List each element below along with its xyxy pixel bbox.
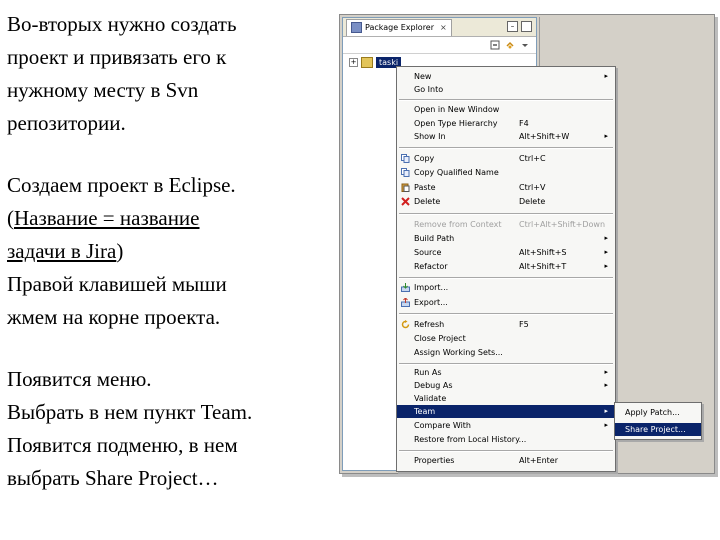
tab-package-explorer[interactable]: Package Explorer × xyxy=(346,18,452,36)
minimize-icon[interactable]: – xyxy=(507,21,518,32)
close-icon[interactable]: × xyxy=(440,23,447,32)
tab-label: Package Explorer xyxy=(365,23,435,32)
copy-icon xyxy=(401,154,410,163)
menu-item-import[interactable]: Import... xyxy=(397,281,615,294)
instruction-line: проект и привязать его к xyxy=(7,45,227,69)
menu-separator xyxy=(399,213,613,215)
menu-separator xyxy=(399,147,613,149)
copy-qualified-icon xyxy=(401,168,410,177)
instruction-line: Выбрать в нем пункт Team. xyxy=(7,400,253,424)
instruction-line: (Название = название xyxy=(7,202,337,235)
menu-item-properties[interactable]: Properties Alt+Enter xyxy=(397,454,615,467)
menu-item-refactor[interactable]: Refactor Alt+Shift+T ▸ xyxy=(397,260,615,273)
menu-item-copy[interactable]: Copy Ctrl+C xyxy=(397,152,615,165)
menu-item-remove-from-context[interactable]: Remove from Context Ctrl+Alt+Shift+Down xyxy=(397,218,615,231)
menu-item-source[interactable]: Source Alt+Shift+S ▸ xyxy=(397,246,615,259)
context-menu: New ▸ Go Into Open in New Window Open Typ… xyxy=(396,66,616,472)
view-tab-bar: Package Explorer × – xyxy=(343,18,536,37)
menu-item-debug-as[interactable]: Debug As ▸ xyxy=(397,379,615,392)
team-submenu: Apply Patch... Share Project... xyxy=(614,402,702,440)
view-toolbar xyxy=(343,37,536,54)
project-tree: + taski xyxy=(349,57,402,68)
paren-open: ( xyxy=(7,206,14,230)
instruction-line: Появится меню. xyxy=(7,367,152,391)
instruction-line: задачи в Jira) xyxy=(7,235,337,268)
instruction-line: нужному месту в Svn xyxy=(7,78,199,102)
menu-item-build-path[interactable]: Build Path ▸ xyxy=(397,232,615,245)
menu-item-paste[interactable]: Paste Ctrl+V xyxy=(397,181,615,194)
instruction-line: выбрать Share Project… xyxy=(7,466,219,490)
menu-separator xyxy=(399,313,613,315)
view-window-controls: – xyxy=(507,21,532,32)
delete-icon xyxy=(401,197,410,206)
menu-item-delete[interactable]: Delete Delete xyxy=(397,195,615,208)
collapse-all-icon[interactable] xyxy=(490,40,500,50)
menu-separator xyxy=(399,277,613,279)
package-explorer-icon xyxy=(351,22,362,33)
menu-item-validate[interactable]: Validate xyxy=(397,392,615,405)
instruction-line: Появится подменю, в нем xyxy=(7,433,238,457)
menu-item-compare-with[interactable]: Compare With ▸ xyxy=(397,419,615,432)
export-icon xyxy=(401,298,410,307)
submenu-item-share-project[interactable]: Share Project... xyxy=(615,423,701,436)
view-menu-icon[interactable] xyxy=(520,40,530,50)
submenu-item-apply-patch[interactable]: Apply Patch... xyxy=(615,406,701,419)
jira-name-link-cont[interactable]: задачи в Jira xyxy=(7,239,116,263)
menu-item-copy-qualified-name[interactable]: Copy Qualified Name xyxy=(397,166,615,179)
maximize-icon[interactable] xyxy=(521,21,532,32)
instruction-line: Правой клавишей мыши xyxy=(7,272,227,296)
instruction-text: Во-вторых нужно создать проект и привяза… xyxy=(7,8,337,495)
menu-separator xyxy=(399,450,613,452)
jira-name-link[interactable]: Название = название xyxy=(14,206,200,230)
menu-separator xyxy=(399,363,613,365)
menu-item-export[interactable]: Export... xyxy=(397,296,615,309)
import-icon xyxy=(401,283,410,292)
menu-item-team[interactable]: Team ▸ xyxy=(397,405,615,418)
menu-item-run-as[interactable]: Run As ▸ xyxy=(397,366,615,379)
menu-item-open-type-hierarchy[interactable]: Open Type Hierarchy F4 xyxy=(397,117,615,130)
link-with-editor-icon[interactable] xyxy=(505,40,515,50)
menu-item-open-new-window[interactable]: Open in New Window xyxy=(397,103,615,116)
instruction-line: Во-вторых нужно создать xyxy=(7,12,237,36)
menu-item-go-into[interactable]: Go Into xyxy=(397,83,615,96)
refresh-icon xyxy=(401,320,410,329)
menu-item-assign-working-sets[interactable]: Assign Working Sets... xyxy=(397,346,615,359)
project-folder-icon xyxy=(361,57,373,68)
paste-icon xyxy=(401,183,410,192)
menu-item-close-project[interactable]: Close Project xyxy=(397,332,615,345)
instruction-line: жмем на корне проекта. xyxy=(7,305,221,329)
menu-item-refresh[interactable]: Refresh F5 xyxy=(397,318,615,331)
menu-item-show-in[interactable]: Show In Alt+Shift+W ▸ xyxy=(397,130,615,143)
instruction-line: Создаем проект в Eclipse. xyxy=(7,173,236,197)
menu-separator xyxy=(399,99,613,101)
expand-icon[interactable]: + xyxy=(349,58,358,67)
instruction-line: репозитории. xyxy=(7,111,126,135)
paren-close: ) xyxy=(116,239,124,263)
menu-item-new[interactable]: New ▸ xyxy=(397,70,615,83)
menu-item-restore-local-history[interactable]: Restore from Local History... xyxy=(397,433,615,446)
